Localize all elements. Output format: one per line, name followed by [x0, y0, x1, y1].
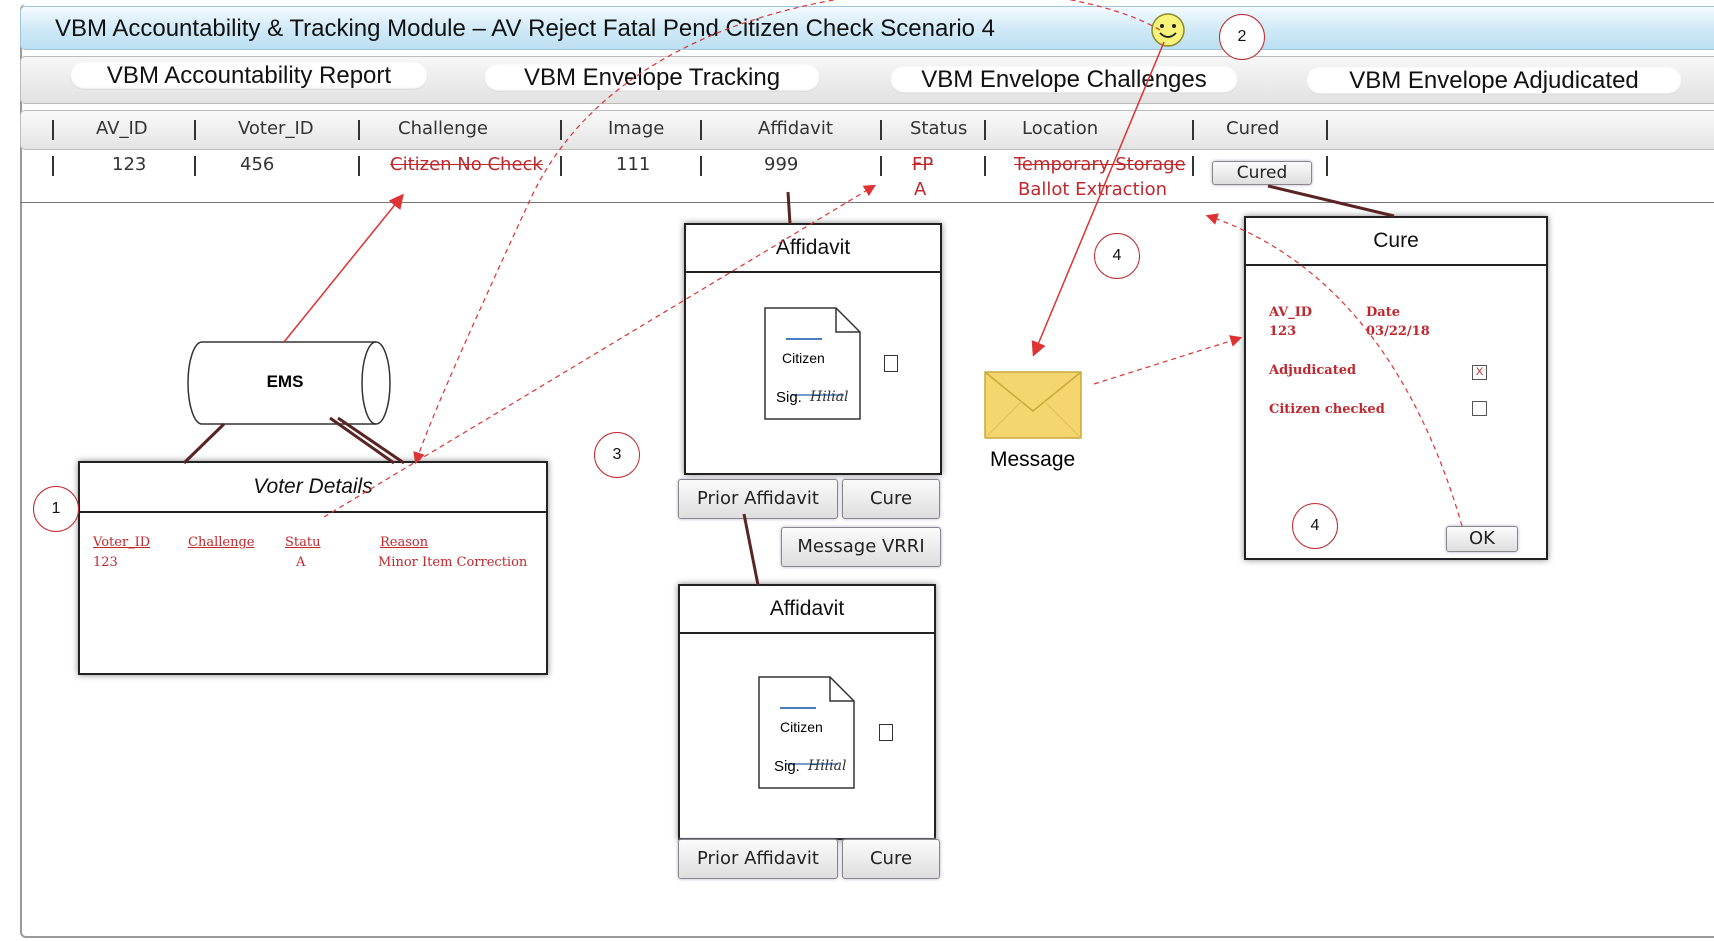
col-separator: [700, 156, 702, 176]
col-challenge: Challenge: [398, 118, 488, 139]
cure-av-id: 123: [1269, 324, 1297, 339]
row-image: 111: [616, 154, 651, 175]
row-status-old: FP: [912, 154, 934, 175]
col-separator: [52, 156, 54, 176]
col-separator: [1192, 120, 1194, 140]
col-separator: [880, 120, 882, 140]
col-separator: [700, 120, 702, 140]
vd-header-voter-id: Voter_ID: [93, 535, 151, 550]
vd-status: A: [296, 555, 306, 570]
citizen-checked-checkbox[interactable]: [1472, 401, 1487, 416]
app-title: VBM Accountability & Tracking Module – A…: [55, 15, 996, 42]
adjudicated-checkbox[interactable]: X: [1472, 365, 1487, 380]
cure-button-bottom[interactable]: Cure: [842, 839, 940, 879]
col-status: Status: [910, 118, 968, 139]
col-separator: [1192, 156, 1194, 176]
row-location-old: Temporary Storage: [1014, 154, 1186, 175]
col-separator: [1326, 120, 1328, 140]
col-location: Location: [1022, 118, 1099, 139]
col-affidavit: Affidavit: [758, 118, 833, 139]
cure-date-label: Date: [1366, 305, 1400, 320]
row-location-new: Ballot Extraction: [1018, 179, 1168, 200]
cured-button[interactable]: Cured: [1212, 161, 1312, 185]
cure-title: Cure: [1246, 218, 1546, 266]
row-av-id: 123: [112, 154, 147, 175]
cure-button-top[interactable]: Cure: [842, 479, 940, 519]
smiley-icon: [1150, 12, 1186, 48]
col-voter-id: Voter_ID: [238, 118, 314, 139]
title-bar: VBM Accountability & Tracking Module – A…: [20, 6, 1714, 50]
cure-date: 03/22/18: [1366, 324, 1430, 339]
col-separator: [194, 156, 196, 176]
affidavit-sig-label-top: Sig.: [776, 389, 802, 406]
affidavit-checkbox-bottom[interactable]: [879, 724, 893, 741]
affidavit-checkbox-top[interactable]: [884, 355, 898, 372]
prior-affidavit-button-bottom[interactable]: Prior Affidavit: [678, 839, 838, 879]
affidavit-sig-label-bottom: Sig.: [774, 758, 800, 775]
col-cured: Cured: [1226, 118, 1280, 139]
step-marker-3: 3: [594, 432, 640, 478]
col-separator: [560, 156, 562, 176]
col-separator: [358, 120, 360, 140]
row-affidavit: 999: [764, 154, 799, 175]
message-vrri-button[interactable]: Message VRRI: [781, 527, 941, 567]
affidavit-doc-text-bottom: Citizen: [780, 719, 823, 735]
vd-header-reason: Reason: [380, 535, 429, 550]
step-marker-4: 4: [1094, 233, 1140, 279]
affidavit-doc-text-top: Citizen: [782, 350, 825, 366]
cure-citizen-label: Citizen checked: [1269, 402, 1385, 417]
voter-details-title: Voter Details: [80, 463, 546, 513]
vd-header-challenge: Challenge: [188, 535, 255, 550]
vd-header-status: Statu: [285, 535, 321, 550]
col-separator: [358, 156, 360, 176]
col-separator: [52, 120, 54, 140]
row-challenge: Citizen No Check: [390, 154, 543, 175]
adjudicated-check-mark: X: [1475, 366, 1484, 378]
col-separator: [194, 120, 196, 140]
tab-envelope-adjudicated[interactable]: VBM Envelope Adjudicated: [1306, 67, 1682, 95]
prior-affidavit-button-top[interactable]: Prior Affidavit: [678, 479, 838, 519]
affidavit-title-top: Affidavit: [686, 225, 940, 273]
step-marker-4b: 4: [1292, 503, 1338, 549]
step-marker-2: 2: [1219, 14, 1265, 60]
col-separator: [880, 156, 882, 176]
vd-reason: Minor Item Correction: [378, 555, 528, 570]
cure-adjudicated-label: Adjudicated: [1269, 363, 1357, 378]
affidavit-title-bottom: Affidavit: [680, 586, 934, 634]
ems-label: EMS: [266, 372, 304, 391]
message-label: Message: [990, 448, 1076, 471]
tab-envelope-challenges[interactable]: VBM Envelope Challenges: [890, 66, 1238, 94]
col-av-id: AV_ID: [96, 118, 148, 139]
ok-button[interactable]: OK: [1446, 526, 1518, 552]
row-divider: [20, 202, 1714, 203]
cure-window: Cure: [1244, 216, 1548, 560]
tab-accountability-report[interactable]: VBM Accountability Report: [70, 62, 428, 90]
cure-av-id-label: AV_ID: [1269, 305, 1313, 320]
col-image: Image: [608, 118, 665, 139]
affidavit-signature-bottom: Hilial: [808, 758, 847, 774]
row-voter-id: 456: [240, 154, 275, 175]
envelope-icon: [984, 371, 1082, 439]
row-status-new: A: [914, 179, 927, 200]
col-separator: [560, 120, 562, 140]
col-separator: [984, 120, 986, 140]
vd-voter-id: 123: [93, 555, 118, 570]
affidavit-signature-top: Hilial: [810, 389, 849, 405]
step-marker-1: 1: [33, 486, 79, 532]
tab-envelope-tracking[interactable]: VBM Envelope Tracking: [484, 64, 820, 92]
col-separator: [984, 156, 986, 176]
col-separator: [1326, 156, 1328, 176]
